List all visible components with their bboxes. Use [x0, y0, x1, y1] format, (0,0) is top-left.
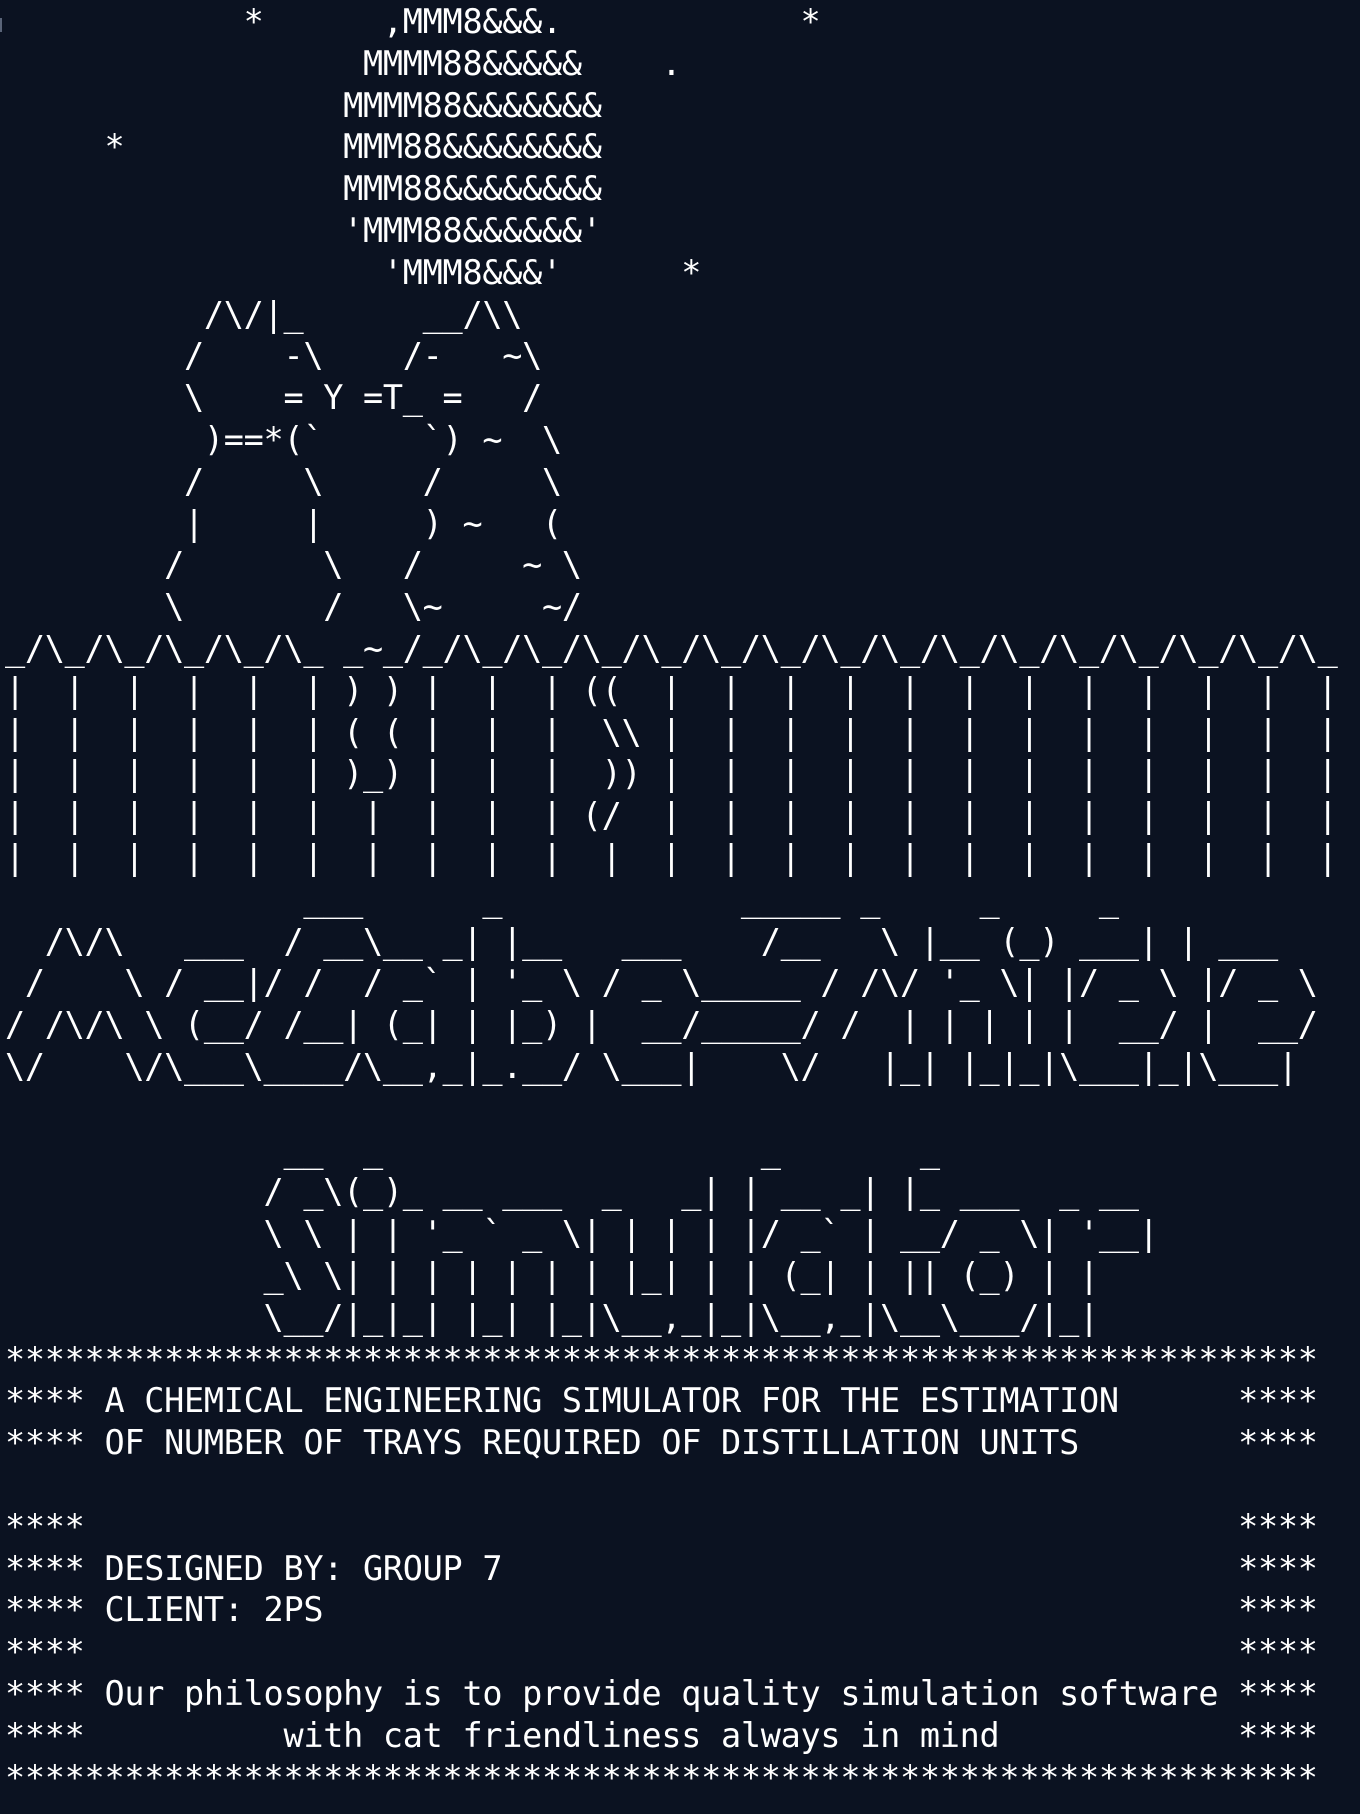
terminal-line: \/ \/\___\____/\__,_|_.__/ \___| \/ |_| … [5, 1047, 1298, 1086]
terminal-line: **** **** [5, 1632, 1318, 1672]
terminal-line: | | | | | | )_) | | | )) | | | | | | | |… [5, 754, 1338, 794]
terminal-line: | | ) ~ ( [5, 503, 562, 543]
terminal-line: \ = Y =T_ = / [5, 378, 542, 418]
terminal-line: __ _ _ _ [5, 1130, 940, 1170]
cursor-marker [0, 18, 2, 32]
terminal-line: ****************************************… [5, 1757, 1318, 1797]
terminal-line: \ \ | | '_ ` _ \| | | | |/ _` | __/ _ \|… [5, 1214, 1159, 1254]
terminal-line: )==*(` `) ~ \ [5, 420, 562, 459]
terminal-line: _/\_/\_/\_/\_/\_ _~_/_/\_/\_/\_/\_/\_/\_… [5, 629, 1338, 668]
terminal-line: ___ _ _____ _ _ _ [5, 879, 1119, 919]
terminal-line: **** with cat friendliness always in min… [5, 1715, 1318, 1755]
terminal-line: MMMM88&&&&& . [5, 43, 682, 83]
terminal-line: * MMM88&&&&&&&& [5, 127, 602, 167]
terminal-line: | | | | | | ) ) | | | (( | | | | | | | |… [5, 670, 1338, 710]
terminal-line: \ / \~ ~/ [5, 587, 582, 627]
terminal-line: * ,MMM8&&&. * [5, 2, 821, 41]
terminal-line: MMM88&&&&&&&& [5, 169, 602, 209]
terminal-line: / \ / __|/ / / _` | '_ \ / _ \_____ / /\… [5, 963, 1318, 1003]
terminal-line: /\/|_ __/\\ [5, 294, 523, 334]
terminal-line: **** DESIGNED BY: GROUP 7 **** [5, 1548, 1318, 1588]
terminal-line: / -\ /- ~\ [5, 336, 542, 376]
terminal-line: | | | | | | ( ( | | | \\ | | | | | | | |… [5, 712, 1338, 752]
terminal-line: /\/\ ___ / __\__ _| |__ ___ /__ \ |__ (_… [5, 921, 1278, 961]
terminal-line: | | | | | | | | | | | | | | | | | | | | … [5, 838, 1338, 877]
terminal-line: **** Our philosophy is to provide qualit… [5, 1674, 1318, 1713]
terminal-line: _\ \| | | | | | | |_| | | (_| | || (_) |… [5, 1256, 1100, 1295]
terminal-line: **** **** [5, 1506, 1318, 1546]
terminal-line: **** CLIENT: 2PS **** [5, 1590, 1318, 1630]
terminal-line: / /\/\ \ (__/ /__| (_| | |_) | __/_____/… [5, 1005, 1318, 1045]
terminal-line: 'MMM88&&&&&&' [5, 211, 602, 250]
terminal-line: MMMM88&&&&&&& [5, 85, 602, 125]
terminal-line: 'MMM8&&&' * [5, 252, 702, 292]
terminal-line: **** A CHEMICAL ENGINEERING SIMULATOR FO… [5, 1381, 1318, 1421]
terminal-window[interactable]: * ,MMM8&&&. * MMMM88&&&&& . MMMM88&&&&&&… [0, 0, 1360, 1814]
terminal-line: ****************************************… [5, 1339, 1318, 1379]
terminal-line: | | | | | | | | | | (/ | | | | | | | | |… [5, 796, 1338, 836]
terminal-line: \__/|_|_| |_| |_|\__,_|_|\__,_|\__\___/|… [5, 1297, 1100, 1337]
terminal-line: **** OF NUMBER OF TRAYS REQUIRED OF DIST… [5, 1423, 1318, 1463]
terminal-line: / \ / \ [5, 461, 562, 501]
terminal-line: / _\(_)_ __ ___ _ _| | __ _| |_ ___ _ __ [5, 1172, 1139, 1212]
terminal-line: / \ / ~ \ [5, 545, 582, 585]
